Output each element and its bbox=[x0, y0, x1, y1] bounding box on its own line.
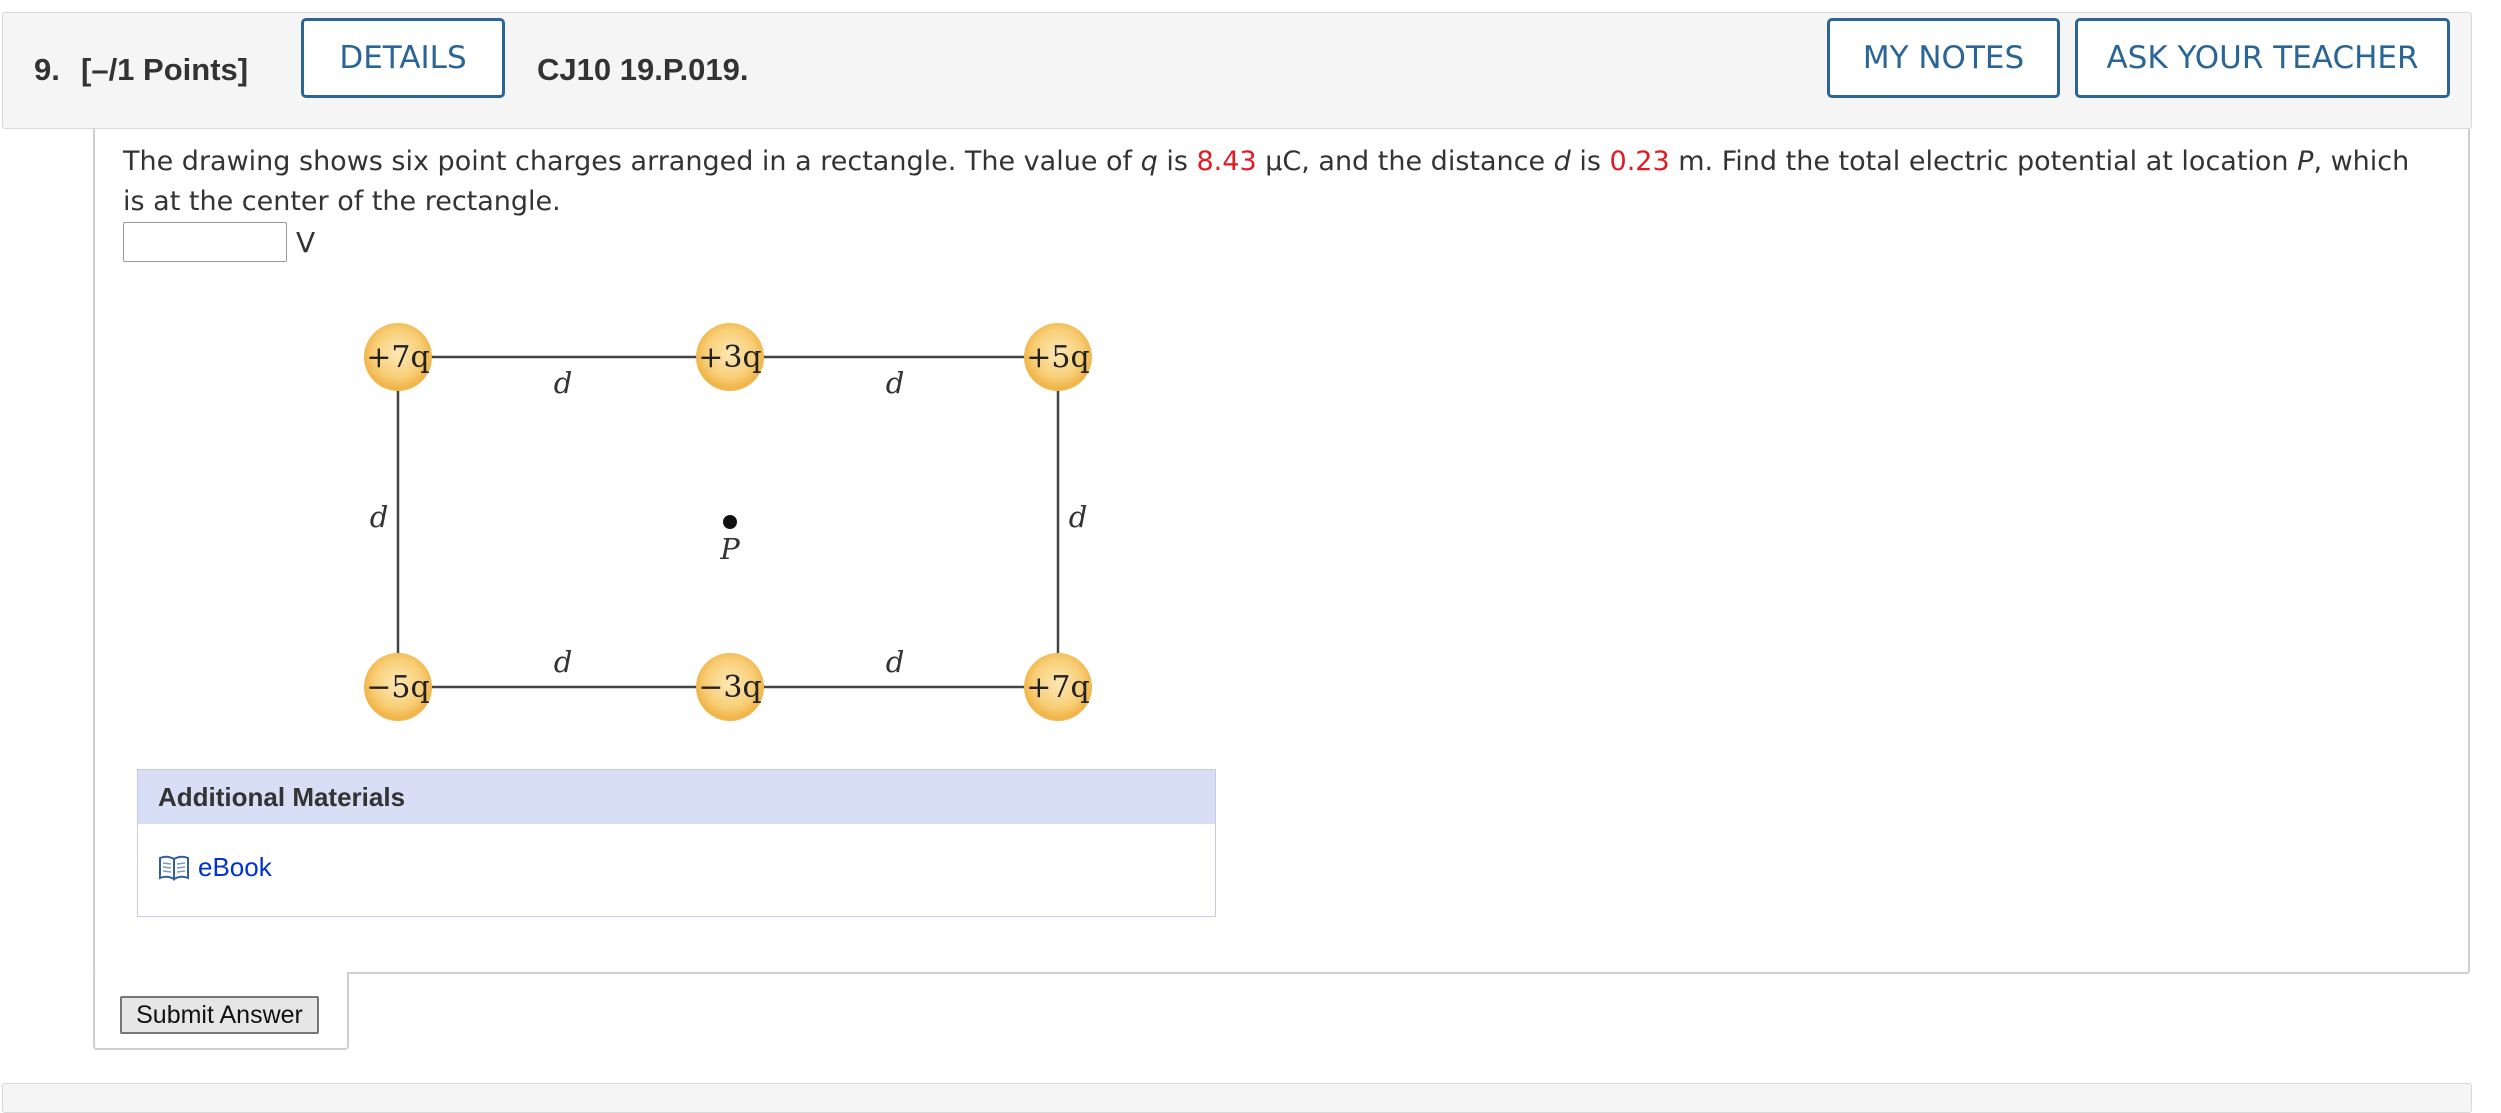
question-prompt: The drawing shows six point charges arra… bbox=[123, 146, 2410, 217]
question-code: CJ10 19.P.019. bbox=[537, 52, 749, 87]
distance-label-bottom-left: d bbox=[554, 645, 573, 679]
distance-label-top-right: d bbox=[886, 366, 905, 400]
point-p-label: P bbox=[719, 532, 740, 566]
charge-top-left: +7q bbox=[364, 323, 432, 391]
question-number: 9. bbox=[34, 52, 60, 87]
d-value: 0.23 bbox=[1609, 146, 1670, 177]
next-question-header bbox=[2, 1083, 2472, 1113]
d-symbol: d bbox=[1553, 146, 1571, 177]
open-book-icon bbox=[159, 855, 189, 881]
charge-bottom-left-label: −5q bbox=[366, 670, 429, 705]
question-points: [–/1 Points] bbox=[81, 52, 249, 87]
charge-bottom-left: −5q bbox=[364, 653, 432, 721]
charge-top-right: +5q bbox=[1024, 323, 1092, 391]
charge-bottom-middle-label: −3q bbox=[698, 670, 761, 705]
distance-label-top-left: d bbox=[554, 366, 573, 400]
answer-unit: V bbox=[296, 226, 316, 259]
point-p-marker bbox=[723, 515, 737, 529]
charge-top-left-label: +7q bbox=[366, 340, 429, 375]
my-notes-button[interactable]: MY NOTES bbox=[1827, 18, 2060, 98]
charge-bottom-right-label: +7q bbox=[1026, 670, 1089, 705]
distance-label-left: d bbox=[370, 500, 389, 534]
p-symbol: P bbox=[2297, 146, 2314, 177]
additional-materials-panel: Additional Materials eBook bbox=[137, 769, 1216, 917]
q-value: 8.43 bbox=[1196, 146, 1257, 177]
additional-materials-title: Additional Materials bbox=[138, 770, 1215, 824]
ask-your-teacher-button[interactable]: ASK YOUR TEACHER bbox=[2075, 18, 2450, 98]
answer-input[interactable] bbox=[123, 222, 287, 262]
distance-label-right: d bbox=[1069, 500, 1088, 534]
charge-diagram: d d d d d d P +7q +3q +5q −5q −3q +7q bbox=[364, 323, 1092, 721]
distance-label-bottom-right: d bbox=[886, 645, 905, 679]
details-button[interactable]: DETAILS bbox=[301, 18, 505, 98]
ebook-label: eBook bbox=[198, 852, 272, 882]
charge-bottom-middle: −3q bbox=[696, 653, 764, 721]
charge-top-right-label: +5q bbox=[1026, 340, 1089, 375]
submit-answer-button[interactable]: Submit Answer bbox=[120, 996, 319, 1034]
charge-bottom-right: +7q bbox=[1024, 653, 1092, 721]
charge-top-middle: +3q bbox=[696, 323, 764, 391]
charge-top-middle-label: +3q bbox=[698, 340, 761, 375]
q-symbol: q bbox=[1140, 146, 1158, 177]
ebook-link[interactable]: eBook bbox=[158, 852, 272, 883]
